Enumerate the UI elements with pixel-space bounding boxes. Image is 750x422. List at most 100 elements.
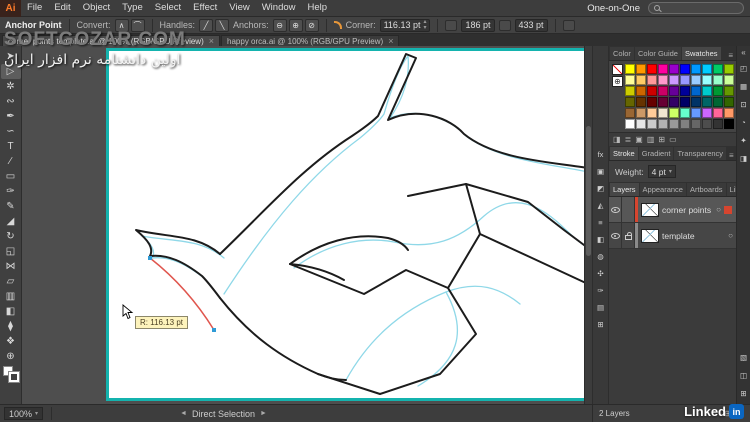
new-swatch-icon[interactable]: ⊞ — [658, 135, 665, 144]
menu-help[interactable]: Help — [302, 0, 334, 16]
anchors-button-1[interactable]: ⊕ — [289, 19, 303, 32]
stroke-dock-icon[interactable]: ✦ — [737, 134, 750, 147]
graphic-styles-panel-icon[interactable]: ▣ — [594, 165, 608, 178]
swatches-dock-icon[interactable]: ▦ — [737, 80, 750, 93]
pencil-tool[interactable]: ✎ — [1, 199, 21, 214]
swatch-4-3[interactable] — [658, 108, 668, 118]
swatch-5-2[interactable] — [647, 119, 657, 129]
swatch-3-4[interactable] — [669, 97, 679, 107]
swatch-3-8[interactable] — [713, 97, 723, 107]
swatch-1-3[interactable] — [658, 75, 668, 85]
tab-layers[interactable]: Layers — [610, 183, 639, 196]
curvature-tool[interactable]: ∽ — [1, 124, 21, 139]
rotate-tool[interactable]: ↻ — [1, 229, 21, 244]
free-transform-tool[interactable]: ▱ — [1, 274, 21, 289]
swatch-5-1[interactable] — [636, 119, 646, 129]
magic-wand-tool[interactable]: ✲ — [1, 79, 21, 94]
panel-menu-icon[interactable]: ≡ — [726, 51, 735, 60]
height-field[interactable]: 433 pt — [515, 19, 548, 32]
swatch-5-8[interactable] — [713, 119, 723, 129]
menu-edit[interactable]: Edit — [48, 0, 76, 16]
layer-name[interactable]: corner points — [662, 205, 716, 215]
swatch-5-7[interactable] — [702, 119, 712, 129]
swatch-1-2[interactable] — [647, 75, 657, 85]
tab-stroke[interactable]: Stroke — [610, 147, 638, 160]
corner-radius-field[interactable]: 116.13 pt ▴▾ — [380, 19, 431, 32]
layer-lock-toggle[interactable] — [622, 223, 635, 248]
stroke-weight-field[interactable]: 4 pt ▾ — [648, 165, 676, 178]
stroke-panel-icon[interactable]: ≡ — [594, 216, 608, 229]
eyedropper-tool[interactable]: ⧫ — [1, 319, 21, 334]
swatch-0-8[interactable] — [713, 64, 723, 74]
appearance-panel-icon[interactable]: fx — [594, 148, 608, 161]
layer-visibility-toggle[interactable] — [609, 223, 622, 248]
swatch-5-9[interactable] — [724, 119, 734, 129]
swatch-2-7[interactable] — [702, 86, 712, 96]
swatch-4-7[interactable] — [702, 108, 712, 118]
anchor-point-0[interactable] — [148, 256, 152, 260]
menu-select[interactable]: Select — [149, 0, 187, 16]
document-canvas[interactable] — [22, 46, 592, 404]
tab-libraries[interactable]: Libraries — [727, 183, 737, 196]
swatch-1-7[interactable] — [702, 75, 712, 85]
link-dimensions-icon[interactable] — [499, 20, 511, 31]
pen-tool[interactable]: ✒ — [1, 109, 21, 124]
lasso-tool[interactable]: ∾ — [1, 94, 21, 109]
swatch-0-3[interactable] — [658, 64, 668, 74]
zoom-tool[interactable]: ⊕ — [1, 349, 21, 364]
menu-file[interactable]: File — [21, 0, 48, 16]
rectangle-tool[interactable]: ▭ — [1, 169, 21, 184]
libraries-panel-icon[interactable]: ▤ — [594, 301, 608, 314]
swatch-2-8[interactable] — [713, 86, 723, 96]
swatch-1-8[interactable] — [713, 75, 723, 85]
layer-visibility-toggle[interactable] — [609, 197, 622, 222]
swatch-4-1[interactable] — [636, 108, 646, 118]
scrollbar-thumb[interactable] — [586, 126, 591, 256]
color-panel-icon[interactable]: ◩ — [594, 182, 608, 195]
swatch-0-5[interactable] — [680, 64, 690, 74]
type-tool[interactable]: T — [1, 139, 21, 154]
vertical-scrollbar[interactable] — [584, 46, 592, 404]
blend-tool[interactable]: ❖ — [1, 334, 21, 349]
tab-appearance[interactable]: Appearance — [640, 183, 686, 196]
layer-target-icon[interactable]: ○ — [716, 205, 721, 214]
close-icon[interactable]: × — [388, 36, 393, 46]
color-guide-panel-icon[interactable]: ◭ — [594, 199, 608, 212]
swatch-4-5[interactable] — [680, 108, 690, 118]
artboards-dock-icon[interactable]: ◫ — [737, 369, 750, 382]
swatch-5-0[interactable] — [625, 119, 635, 129]
swatch-5-4[interactable] — [669, 119, 679, 129]
paintbrush-tool[interactable]: ✑ — [1, 184, 21, 199]
handles-button-1[interactable]: ╲ — [215, 19, 229, 32]
swatch-5-6[interactable] — [691, 119, 701, 129]
next-icon[interactable]: ► — [260, 410, 267, 417]
swatch-options-icon[interactable]: ▣ — [635, 135, 643, 144]
menu-object[interactable]: Object — [77, 0, 116, 16]
swatch-2-0[interactable] — [625, 86, 635, 96]
swatch-none[interactable] — [612, 64, 623, 75]
zoom-level-select[interactable]: 100% ▾ — [4, 407, 43, 420]
reference-point-icon[interactable] — [445, 20, 457, 31]
swatch-4-8[interactable] — [713, 108, 723, 118]
swatch-registration[interactable]: ⊕ — [612, 76, 623, 87]
swatch-3-5[interactable] — [680, 97, 690, 107]
swatch-3-2[interactable] — [647, 97, 657, 107]
collapse-panels-icon[interactable]: « — [741, 48, 745, 57]
menu-type[interactable]: Type — [116, 0, 149, 16]
swatch-1-1[interactable] — [636, 75, 646, 85]
scale-tool[interactable]: ◱ — [1, 244, 21, 259]
menu-effect[interactable]: Effect — [187, 0, 223, 16]
swatch-3-9[interactable] — [724, 97, 734, 107]
swatch-3-6[interactable] — [691, 97, 701, 107]
swatch-0-1[interactable] — [636, 64, 646, 74]
swatch-2-9[interactable] — [724, 86, 734, 96]
swatch-1-4[interactable] — [669, 75, 679, 85]
swatch-1-9[interactable] — [724, 75, 734, 85]
swatch-2-4[interactable] — [669, 86, 679, 96]
swatch-1-5[interactable] — [680, 75, 690, 85]
swatch-0-7[interactable] — [702, 64, 712, 74]
navigator-panel-icon[interactable]: ⊞ — [594, 318, 608, 331]
line-tool[interactable]: ∕ — [1, 154, 21, 169]
document-tab-happy-orca-ai-[interactable]: happy orca.ai @ 100% (RGB/GPU Preview)× — [221, 35, 399, 46]
transform-options-icon[interactable] — [563, 20, 575, 31]
